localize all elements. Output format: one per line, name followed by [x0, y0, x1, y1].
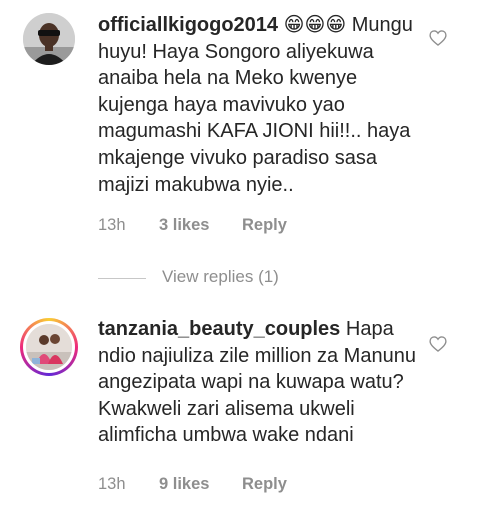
view-replies[interactable]: View replies (1): [98, 267, 398, 289]
comment-1: officiallkigogo2014 😁😁😁 Mungu huyu! Haya…: [0, 0, 480, 260]
comment-username[interactable]: officiallkigogo2014: [98, 14, 278, 36]
avatar-story-ring[interactable]: [20, 318, 78, 376]
comment-body: 😁😁😁 Mungu huyu! Haya Songoro aliyekuwa a…: [98, 14, 413, 196]
reply-button[interactable]: Reply: [242, 216, 287, 235]
reply-button[interactable]: Reply: [242, 475, 287, 494]
comment-text: officiallkigogo2014 😁😁😁 Mungu huyu! Haya…: [98, 12, 424, 198]
comment-username[interactable]: tanzania_beauty_couples: [98, 318, 340, 340]
comment-time: 13h: [98, 475, 126, 493]
comment-time: 13h: [98, 216, 126, 234]
avatar[interactable]: [23, 13, 75, 65]
profile-photo: [23, 13, 75, 65]
profile-photo-with-story-ring: [26, 324, 72, 370]
likes-count[interactable]: 9 likes: [159, 475, 209, 494]
likes-count[interactable]: 3 likes: [159, 216, 209, 235]
avatar: [26, 324, 72, 370]
replies-divider: [98, 278, 146, 279]
view-replies-label[interactable]: View replies (1): [162, 267, 279, 287]
comment-2: tanzania_beauty_couples Hapa ndio najiul…: [0, 300, 480, 524]
heart-icon[interactable]: [428, 334, 448, 354]
heart-icon[interactable]: [428, 28, 448, 48]
comment-text: tanzania_beauty_couples Hapa ndio najiul…: [98, 316, 424, 449]
